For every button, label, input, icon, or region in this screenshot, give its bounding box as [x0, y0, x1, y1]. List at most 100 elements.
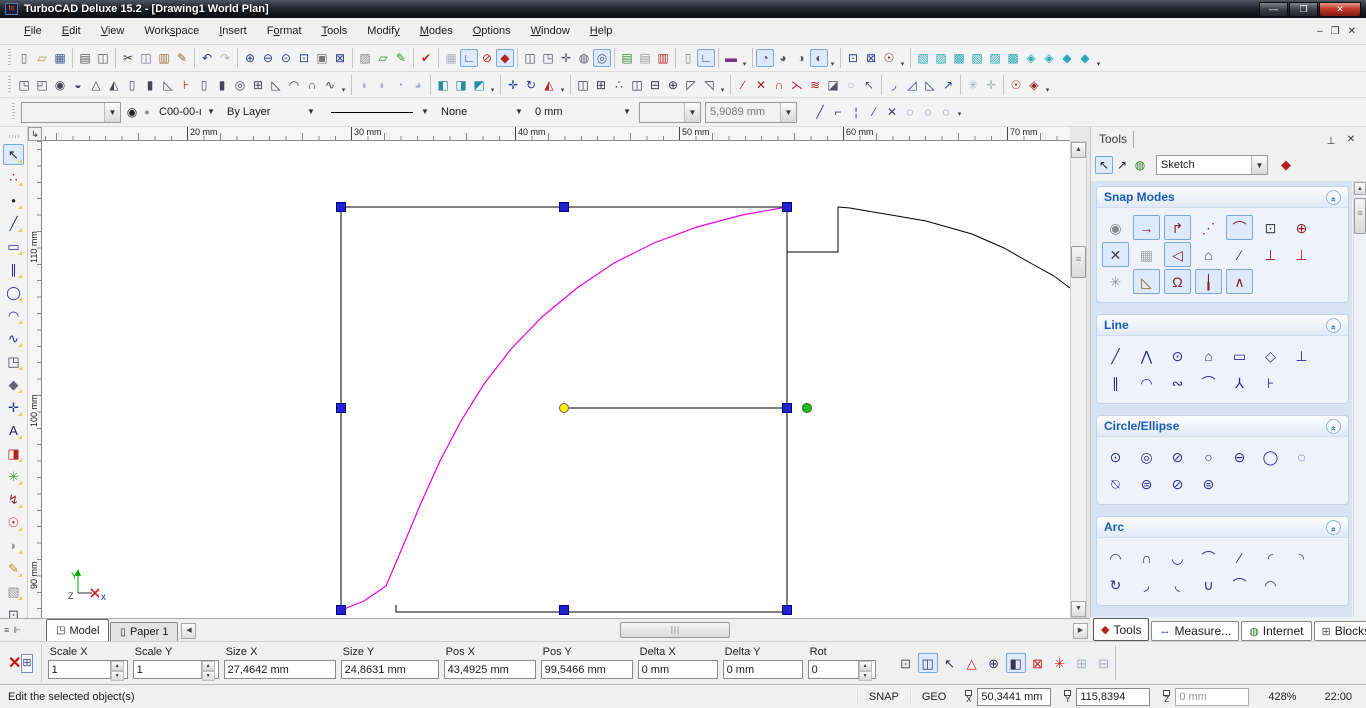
field-input[interactable]: 0 mm — [722, 660, 803, 679]
geom-bar-icon[interactable]: ¦ — [847, 103, 865, 121]
geom-dashdot-icon[interactable]: ⌐ — [829, 103, 847, 121]
circle-diameter-icon[interactable]: ⊘ — [1164, 444, 1191, 469]
line-icon[interactable]: ╱ — [3, 213, 24, 234]
drawing-canvas[interactable]: Y Z x — [42, 141, 1070, 618]
vertical-ruler[interactable]: 110 mm 100 mm 90 mm — [28, 141, 42, 641]
3d-cylinder-2-icon[interactable]: ▮ — [141, 76, 159, 94]
render-quality-icon[interactable]: ◑ — [792, 49, 810, 67]
toolbar-overflow-icon[interactable]: ▾ — [955, 110, 964, 121]
format-brush-icon[interactable]: ✎ — [173, 49, 191, 67]
menu-help[interactable]: Help — [580, 20, 623, 42]
world-icon[interactable]: ◍ — [1131, 156, 1149, 174]
pen-icon[interactable]: ✎ — [392, 49, 410, 67]
arc-tangent-icon[interactable]: ∕ — [1226, 545, 1253, 570]
collapse-chevron-icon[interactable]: « — [1326, 519, 1341, 535]
arc-curve-icon[interactable]: ∪ — [1195, 572, 1222, 597]
arc-icon[interactable]: ◠ — [3, 305, 24, 326]
layers-a-icon[interactable]: ▤ — [618, 49, 636, 67]
arc-fixed-ratio-icon[interactable]: ◠ — [1257, 572, 1284, 597]
open-icon[interactable]: ▱ — [33, 49, 51, 67]
snap-on-line-icon[interactable]: ⋰ — [1195, 215, 1222, 240]
style-combo[interactable]: Sketch ▼ — [1156, 154, 1268, 175]
menu-format[interactable]: Format — [257, 20, 312, 42]
arc-1-3-2-icon[interactable]: ◝ — [1288, 545, 1315, 570]
sketch-brush-icon[interactable]: ◆ — [1275, 155, 1297, 175]
symbol-icon[interactable]: ⊕ — [984, 653, 1004, 673]
snap-tangent-icon[interactable]: ∕ — [1226, 242, 1253, 267]
copy-mirror-icon[interactable]: ◫ — [628, 76, 646, 94]
spinner[interactable]: ▲ ▼ — [109, 661, 124, 681]
explode-icon[interactable]: ✳ — [964, 76, 982, 94]
geo-indicator[interactable]: GEO — [909, 688, 957, 705]
3d-box-icon[interactable]: ◳ — [15, 76, 33, 94]
empty-combo[interactable]: ▼ — [639, 101, 701, 123]
toolbar-overflow-icon[interactable]: ▾ — [1043, 86, 1052, 97]
collapse-chevron-icon[interactable]: « — [1326, 317, 1341, 333]
toolbar-overflow-icon[interactable]: ▾ — [828, 60, 837, 71]
scroll-up-icon[interactable]: ▲ — [1354, 182, 1366, 195]
snap-magnet-icon[interactable]: Ω — [1164, 269, 1191, 294]
text-icon[interactable]: A — [3, 420, 24, 441]
circle-tool-gray-icon[interactable]: ○ — [842, 76, 860, 94]
line-arc-tangent-icon[interactable]: ⌒ — [1195, 370, 1222, 395]
chamfer-2-icon[interactable]: ◺ — [921, 76, 939, 94]
field-input[interactable]: 43,4925 mm — [443, 660, 536, 679]
edit-node-icon[interactable]: ↗ — [1113, 156, 1131, 174]
3d-hemisphere-icon[interactable]: ◒ — [69, 76, 87, 94]
menu-modify[interactable]: Modify — [357, 20, 409, 42]
pattern-star-icon[interactable]: ✳ — [1050, 653, 1070, 673]
pin-icon[interactable]: ⊤ — [1324, 134, 1338, 145]
ellipse-icon[interactable]: ⊜ — [1133, 471, 1160, 496]
y-coordinate-field[interactable]: 115,8394 mm — [1076, 687, 1151, 708]
ellipse-fixed-ratio-icon[interactable]: ⊜ — [1195, 471, 1222, 496]
selection-combo[interactable]: ▼ — [21, 101, 121, 123]
toolbar-overflow-icon[interactable]: ▾ — [488, 86, 497, 97]
group-b-icon[interactable]: ⊟ — [1094, 653, 1114, 673]
no-snap-mode-icon[interactable]: ⊘ — [478, 49, 496, 67]
thickness-combo[interactable]: 5,9089 mm ▼ — [705, 101, 797, 123]
cube-view-icon[interactable]: ◳ — [539, 49, 557, 67]
spotlight-icon[interactable]: ☉ — [1007, 76, 1025, 94]
render-wireframe-icon[interactable]: ◔ — [756, 49, 774, 67]
mdi-restore-button[interactable]: ❐ — [1331, 26, 1340, 37]
view-right-icon[interactable]: ▩ — [1004, 49, 1022, 67]
select-icon[interactable]: ↖ — [1095, 155, 1113, 174]
connector-icon[interactable]: ↯ — [3, 489, 24, 510]
vertical-scroll-thumb[interactable] — [1071, 246, 1086, 278]
color-bars-icon[interactable]: ▥ — [654, 49, 672, 67]
line-rectangle-icon[interactable]: ▭ — [1226, 343, 1253, 368]
line-node-icon[interactable]: ⊦ — [1257, 370, 1284, 395]
palette-tab-blocks[interactable]: ⊞Blocks — [1313, 621, 1366, 641]
3d-rod-icon[interactable]: ▮ — [213, 76, 231, 94]
arc-sketch-icon[interactable]: ⌒ — [1226, 572, 1253, 597]
snap-toggle-icon[interactable]: ◆ — [496, 49, 514, 67]
snap-grid-icon[interactable]: ▦ — [1133, 242, 1160, 267]
snap-perpendicular-icon[interactable]: ⊥ — [1257, 242, 1284, 267]
snap-aperture-icon[interactable]: ∧ — [1226, 269, 1253, 294]
geom-ellipse-icon[interactable]: ◌ — [937, 103, 955, 121]
3d-prism-icon[interactable]: ◭ — [105, 76, 123, 94]
gray-cube-icon[interactable]: ▧ — [3, 581, 24, 602]
coordinate-y[interactable]: Y 115,8394 mm — [1061, 687, 1151, 708]
arc-tan-line-icon[interactable]: ◞ — [1133, 572, 1160, 597]
snap-quadrant-icon[interactable]: ⊕ — [1288, 215, 1315, 240]
circle-tan-3-icon[interactable]: ◌ — [1288, 444, 1315, 469]
3d-tube-icon[interactable]: ▯ — [195, 76, 213, 94]
menu-modes[interactable]: Modes — [410, 20, 463, 42]
boolean-intersect-icon[interactable]: ◩ — [470, 76, 488, 94]
chamfer-icon[interactable]: ◿ — [903, 76, 921, 94]
facet-triangle-icon[interactable]: ◭ — [540, 76, 558, 94]
array-polar-icon[interactable]: ∴ — [610, 76, 628, 94]
field-input[interactable]: 0 mm — [637, 660, 718, 679]
help-book-icon[interactable]: ▬ — [722, 49, 740, 67]
symmetry-icon[interactable]: ✳ — [3, 466, 24, 487]
object-trim-icon[interactable]: ◪ — [824, 76, 842, 94]
circle-tan-arc-icon[interactable]: ⍉ — [1102, 471, 1129, 496]
dome-30-icon[interactable]: ∩ — [303, 76, 321, 94]
line-width-combo[interactable]: 0 mm ▼ — [531, 102, 635, 123]
canvas-horizontal-scrollbar[interactable]: ||| — [200, 622, 1069, 639]
spline-icon[interactable]: ∿ — [3, 328, 24, 349]
line-perpendicular-icon[interactable]: ⊥ — [1288, 343, 1315, 368]
field-input[interactable]: 24,8631 mm — [340, 660, 439, 679]
inspector-select-icon[interactable]: ⊡ — [896, 653, 916, 673]
